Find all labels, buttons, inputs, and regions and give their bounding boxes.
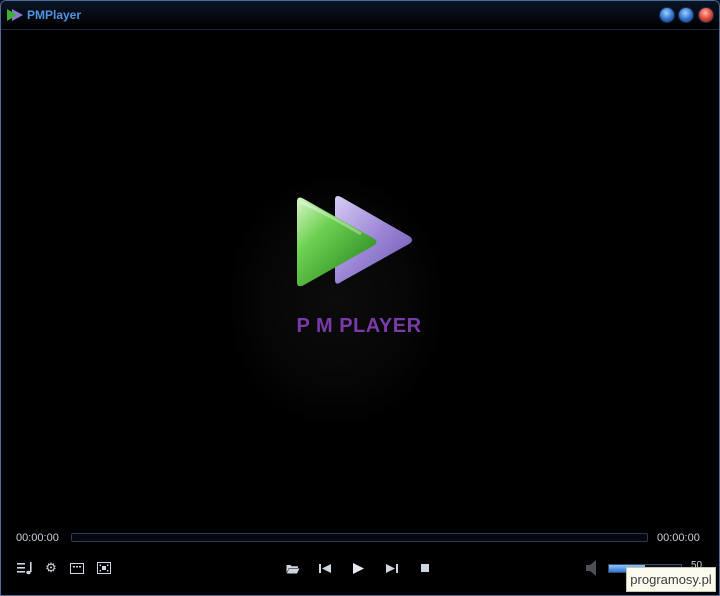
settings-button[interactable]: ⚙ (42, 560, 60, 576)
watermark: programosy.pl (626, 567, 716, 592)
logo-text: P M PLAYER (296, 315, 422, 337)
open-folder-icon (286, 564, 300, 573)
subtitles-button[interactable] (68, 560, 86, 576)
play-button[interactable] (349, 560, 367, 576)
playlist-button[interactable] (16, 560, 34, 576)
previous-button[interactable] (316, 560, 334, 576)
close-button[interactable] (698, 7, 714, 23)
next-icon (386, 563, 398, 573)
pmplayer-logo-icon (297, 196, 412, 286)
fullscreen-icon (97, 562, 111, 574)
speaker-icon[interactable] (585, 559, 601, 577)
app-logo-icon (7, 9, 23, 21)
open-file-button[interactable] (284, 560, 302, 576)
playlist-icon (17, 562, 32, 575)
minimize-button[interactable] (659, 7, 675, 23)
seek-bar[interactable] (71, 533, 648, 542)
fullscreen-button[interactable] (95, 560, 113, 576)
subtitles-icon (70, 562, 84, 574)
previous-icon (319, 563, 331, 573)
next-button[interactable] (383, 560, 401, 576)
player-window: PMPlayer P M PLAYER 00:00:00 00:00:00 ⚙ … (0, 0, 720, 596)
settings-icon: ⚙ (45, 560, 57, 576)
total-time: 00:00:00 (657, 532, 700, 544)
title-bar[interactable]: PMPlayer (1, 1, 719, 30)
stop-button[interactable] (416, 560, 434, 576)
play-icon (353, 562, 364, 574)
stop-icon (421, 564, 429, 572)
current-time: 00:00:00 (16, 532, 59, 544)
window-title: PMPlayer (27, 8, 82, 22)
maximize-button[interactable] (678, 7, 694, 23)
